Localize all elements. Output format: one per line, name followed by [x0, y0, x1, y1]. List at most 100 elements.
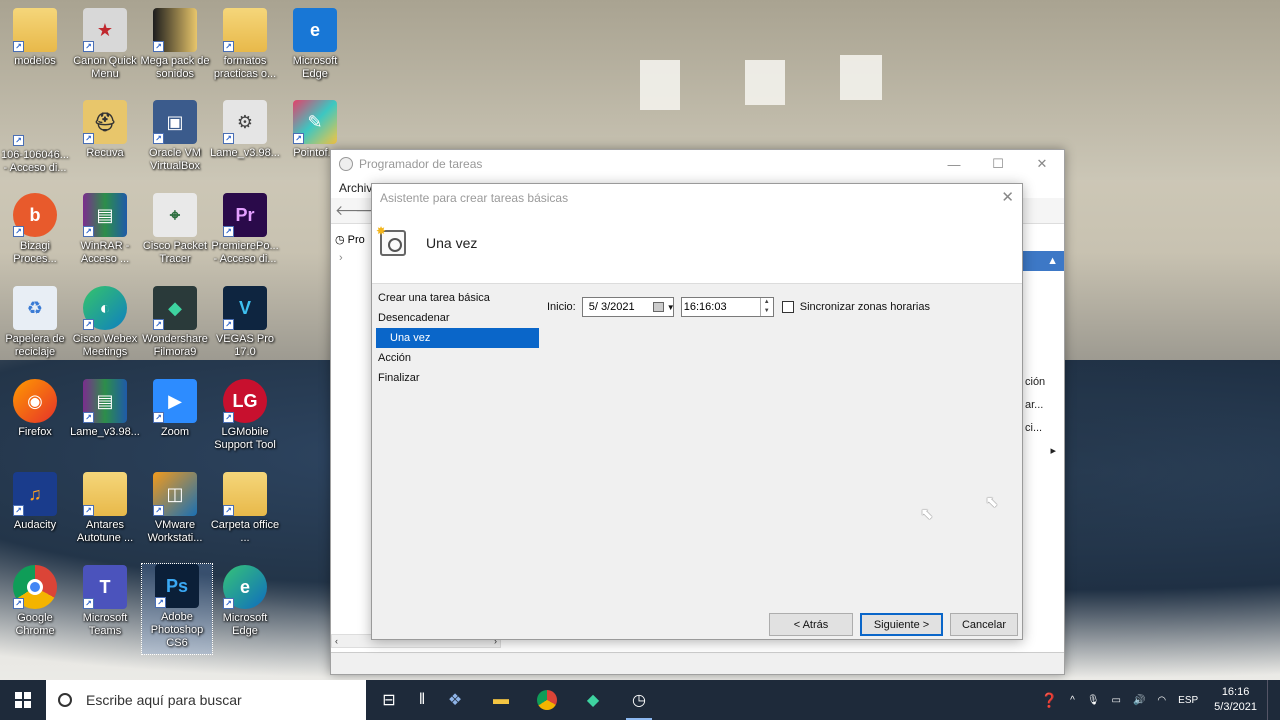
spin-up-icon[interactable]: ▲: [761, 298, 773, 307]
desktop-icon[interactable]: ⌖ Cisco Packet Tracer: [140, 193, 210, 266]
taskbar: Escribe aquí para buscar ⊟ ‖ ❖ ▬ ◆ ◷ ❓ ^…: [0, 680, 1280, 720]
firefox-icon: ◉: [13, 379, 57, 423]
desktop-icon[interactable]: ▣ ↗ Oracle VM VirtualBox: [140, 100, 210, 173]
chevron-up-icon[interactable]: ^: [1064, 695, 1081, 706]
task-scheduler-taskbar-icon[interactable]: ◷: [616, 680, 662, 720]
mouse-cursor-icon: ⬉: [985, 494, 999, 511]
desktop-icon[interactable]: ★ ↗ Canon Quick Menu: [70, 8, 140, 81]
wizard-step-create[interactable]: Crear una tarea básica: [376, 288, 539, 308]
desktop-icon[interactable]: ↗ Mega pack de sonidos: [140, 8, 210, 81]
language-indicator[interactable]: ESP: [1172, 695, 1204, 706]
desktop-icon[interactable]: b ↗ Bizagi Proces...: [0, 193, 70, 266]
desktop-icon[interactable]: ◐ ↗ Cisco Webex Meetings: [70, 286, 140, 359]
taskbar-search[interactable]: Escribe aquí para buscar: [46, 680, 366, 720]
desktop-icon[interactable]: ▶ ↗ Zoom: [140, 379, 210, 439]
chrome-icon: ↗: [13, 565, 57, 609]
help-icon[interactable]: ❓: [1035, 692, 1064, 709]
wizard-step-trigger[interactable]: Desencadenar: [376, 308, 539, 328]
cancel-button[interactable]: Cancelar: [950, 613, 1018, 636]
desktop-icon[interactable]: ♫ ↗ Audacity: [0, 472, 70, 532]
calendar-icon[interactable]: [652, 302, 664, 312]
clock-icon: [339, 157, 353, 171]
start-row: Inicio: ▼ ▲ ▼ Sincronizar zonas horarias: [547, 297, 930, 317]
desktop-icon[interactable]: ↗ formatos practicas o...: [210, 8, 280, 81]
time-spinner[interactable]: ▲ ▼: [759, 298, 773, 316]
start-time-input[interactable]: [683, 301, 748, 313]
tree-item[interactable]: ◷ Pro: [331, 227, 372, 252]
wizard-step-action[interactable]: Acción: [376, 348, 539, 368]
file-explorer-icon[interactable]: ▬: [478, 680, 524, 720]
wizard-step-once[interactable]: Una vez: [376, 328, 539, 348]
close-icon[interactable]: ✕: [1001, 184, 1014, 212]
desktop-icon[interactable]: ◆ ↗ Wondershare Filmora9: [140, 286, 210, 359]
wizard-title: Asistente para crear tareas básicas: [380, 191, 569, 205]
action-item[interactable]: ción: [1025, 371, 1064, 394]
menu-item-archivo[interactable]: Archiv: [339, 181, 372, 195]
desktop-icon[interactable]: ▤ ↗ Lame_v3.98...: [70, 379, 140, 439]
desktop-icon[interactable]: ♻ Papelera de reciclaje: [0, 286, 70, 359]
desktop-icon[interactable]: ↗ Antares Autotune ...: [70, 472, 140, 545]
desktop-icon[interactable]: ◉ Firefox: [0, 379, 70, 439]
desktop-icon[interactable]: ▤ ↗ WinRAR - Acceso ...: [70, 193, 140, 266]
back-arrow-icon[interactable]: 🡐: [335, 202, 373, 219]
tree-expand-icon[interactable]: ›: [331, 252, 372, 264]
desktop-icon[interactable]: ↗ 106-106046... - Acceso di...: [0, 126, 70, 175]
audacity-icon: ♫ ↗: [13, 472, 57, 516]
wifi-icon[interactable]: ◠: [1151, 695, 1172, 706]
filmora-taskbar-icon[interactable]: ◆: [570, 680, 616, 720]
start-date-picker[interactable]: ▼: [581, 297, 675, 317]
next-button[interactable]: Siguiente >: [860, 613, 943, 636]
task-view-icon[interactable]: ⊟: [366, 680, 412, 720]
spin-down-icon[interactable]: ▼: [761, 307, 773, 316]
battery-icon[interactable]: ▭: [1106, 695, 1127, 706]
taskbar-divider-icon: ‖: [418, 691, 426, 708]
premiere-icon: Pr ↗: [223, 193, 267, 237]
sync-timezones-option[interactable]: Sincronizar zonas horarias: [781, 301, 930, 313]
desktop-icon[interactable]: e ↗ Microsoft Edge: [210, 565, 280, 638]
desktop-icon[interactable]: ↗ Carpeta office ...: [210, 472, 280, 545]
start-time-picker[interactable]: ▲ ▼: [680, 297, 774, 317]
desktop-icon[interactable]: Ps ↗ Adobe Photoshop CS6: [141, 563, 213, 655]
desktop-icon[interactable]: ⛑ ↗ Recuva: [70, 100, 140, 160]
start-button[interactable]: [0, 680, 46, 720]
wallpaper-light: [640, 60, 680, 110]
windows-logo-icon: [15, 692, 31, 708]
chrome-taskbar-icon[interactable]: [524, 680, 570, 720]
desktop-icon[interactable]: T ↗ Microsoft Teams: [70, 565, 140, 638]
close-icon[interactable]: ✕: [1020, 150, 1064, 178]
wizard-steps: Crear una tarea básica Desencadenar Una …: [376, 288, 539, 388]
maximize-icon[interactable]: ☐: [976, 150, 1020, 178]
desktop-icon[interactable]: e Microsoft Edge: [280, 8, 350, 81]
chevron-down-icon[interactable]: ▼: [667, 303, 675, 312]
submenu-arrow-icon[interactable]: ▸: [1025, 440, 1064, 463]
desktop-icon[interactable]: Pr ↗ PremierePo... - Acceso di...: [210, 193, 280, 266]
desktop-icon[interactable]: ↗ modelos: [0, 8, 70, 68]
back-button[interactable]: < Atrás: [769, 613, 853, 636]
desktop-icon[interactable]: ↗ Google Chrome: [0, 565, 70, 638]
canon-icon: ★ ↗: [83, 8, 127, 52]
volume-icon[interactable]: 🔊: [1127, 695, 1151, 706]
desktop-icon[interactable]: V ↗ VEGAS Pro 17.0: [210, 286, 280, 359]
basic-task-wizard: Asistente para crear tareas básicas ✕ ✸ …: [371, 183, 1023, 640]
clock[interactable]: 16:16 5/3/2021: [1204, 685, 1267, 715]
microphone-icon[interactable]: 🎙: [1081, 695, 1106, 706]
window-controls: — ☐ ✕: [932, 150, 1064, 178]
show-desktop-button[interactable]: [1267, 680, 1280, 720]
action-item[interactable]: ci...: [1025, 417, 1064, 440]
wizard-header: ✸ Una vez: [372, 212, 1022, 284]
dropbox-icon[interactable]: ❖: [432, 680, 478, 720]
desktop-icon[interactable]: ⚙ ↗ Lame_v3.98...: [210, 100, 280, 160]
start-date-input[interactable]: [588, 301, 653, 313]
status-bar: [331, 652, 1064, 674]
scroll-left-icon[interactable]: ‹: [335, 635, 338, 647]
folder-icon: ↗: [83, 472, 127, 516]
action-item[interactable]: ar...: [1025, 394, 1064, 417]
tree-pane: ◷ Pro ›: [331, 227, 373, 637]
wizard-step-finish[interactable]: Finalizar: [376, 368, 539, 388]
desktop-icon[interactable]: ◫ ↗ VMware Workstati...: [140, 472, 210, 545]
minimize-icon[interactable]: —: [932, 150, 976, 178]
sync-timezones-checkbox[interactable]: [781, 301, 794, 313]
winrar-icon: ▤ ↗: [83, 193, 127, 237]
desktop-icon[interactable]: LG ↗ LGMobile Support Tool: [210, 379, 280, 452]
actions-header-caret-icon[interactable]: ▲: [1023, 251, 1064, 271]
